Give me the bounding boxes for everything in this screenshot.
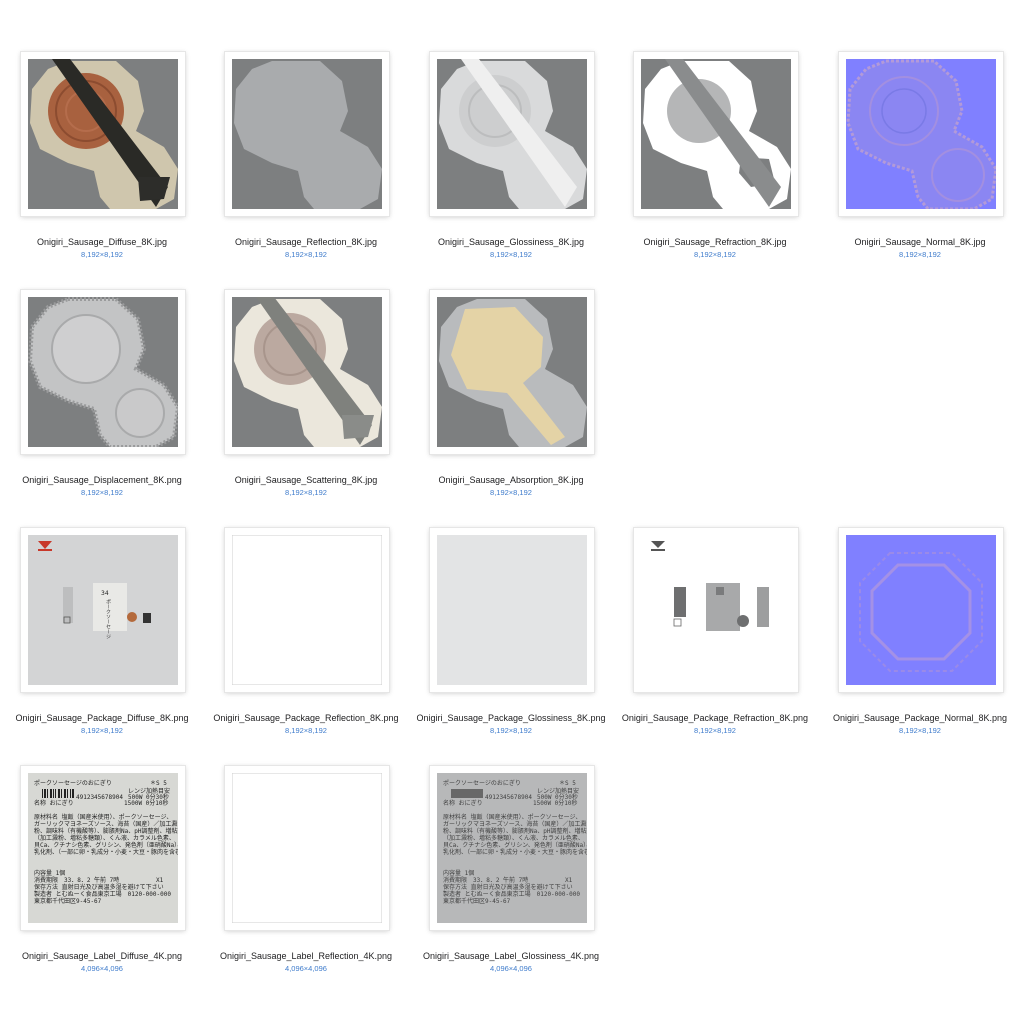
file-dimensions: 8,192×8,192 — [694, 726, 736, 735]
thumbnail[interactable] — [634, 528, 798, 692]
file-name: Onigiri_Sausage_Package_Normal_8K.png — [832, 713, 1008, 723]
file-name: Onigiri_Sausage_Label_Reflection_4K.png — [219, 951, 393, 961]
package-diffuse-texture-preview: 34 ポークソーセージ — [28, 535, 178, 685]
thumbnail[interactable] — [430, 528, 594, 692]
reflection-texture-preview — [232, 59, 382, 209]
maker-info: 製造者 とむぬーく食品東京工場 0120-000-000 — [443, 890, 580, 898]
label-code: ＊S 5 — [150, 780, 167, 787]
thumbnail[interactable] — [225, 290, 389, 454]
thumbnail[interactable] — [225, 528, 389, 692]
thumbnail[interactable]: ポークソーセージのおにぎり ＊S 5 4912345678904 レンジ加熱目安… — [430, 766, 594, 930]
address: 東京都千代田区9-45-67 — [34, 897, 102, 905]
file-item[interactable]: ポークソーセージのおにぎり ＊S 5 4912345678904 レンジ加熱目安… — [409, 714, 613, 973]
normal-texture-preview — [846, 59, 996, 209]
file-dimensions: 4,096×4,096 — [490, 964, 532, 973]
barcode-number: 4912345678904 — [76, 794, 123, 801]
file-item[interactable]: Onigiri_Sausage_Normal_8K.jpg 8,192×8,19… — [818, 0, 1022, 259]
file-item[interactable]: Onigiri_Sausage_Refraction_8K.jpg 8,192×… — [613, 0, 817, 259]
ingredient-line: 粉、調味料（有機酸等）、膨脹剤Na、pH調整剤、増粘剤 — [443, 827, 587, 835]
file-dimensions: 8,192×8,192 — [899, 726, 941, 735]
file-name: Onigiri_Sausage_Refraction_8K.jpg — [643, 237, 787, 247]
file-dimensions: 8,192×8,192 — [899, 250, 941, 259]
range-1500: 1500W 0分10秒 — [533, 799, 578, 807]
thumbnail[interactable] — [21, 290, 185, 454]
barcode-number: 4912345678904 — [485, 794, 532, 801]
ingredient-line: 乳化剤、（一部に卵・乳成分・小麦・大豆・豚肉を含む） — [34, 848, 178, 856]
file-name: Onigiri_Sausage_Label_Glossiness_4K.png — [422, 951, 600, 961]
file-dimensions: 4,096×4,096 — [81, 964, 123, 973]
thumbnail[interactable] — [21, 52, 185, 216]
thumbnail[interactable] — [839, 52, 1003, 216]
label-reflection-texture-preview — [232, 773, 382, 923]
expiry-mark: X1 — [156, 877, 164, 884]
thumbnail[interactable]: ポークソーセージのおにぎり ＊S 5 4912345678904 レンジ加熱目安… — [21, 766, 185, 930]
file-item[interactable]: Onigiri_Sausage_Package_Normal_8K.png 8,… — [818, 476, 1022, 735]
expiry-date: 消費期限 33．8．2 午前 7時 — [443, 876, 528, 884]
ingredient-line: 原材料名 塩飯（国産米使用）、ポークソーセージ、 — [34, 813, 172, 821]
file-dimensions: 8,192×8,192 — [694, 250, 736, 259]
package-normal-texture-preview — [846, 535, 996, 685]
thumbnail[interactable] — [430, 290, 594, 454]
thumbnail[interactable] — [634, 52, 798, 216]
thumbnail[interactable] — [225, 766, 389, 930]
content-amount: 内容量 1個 — [443, 869, 474, 877]
package-product-name: ポークソーセージ — [105, 599, 111, 639]
ingredient-line: （加工澱粉、増粘多糖類）、くん液、カラメル色素、 — [34, 834, 175, 842]
thumbnail[interactable] — [839, 528, 1003, 692]
file-name: Onigiri_Sausage_Package_Refraction_8K.pn… — [621, 713, 809, 723]
thumbnail[interactable]: 34 ポークソーセージ — [21, 528, 185, 692]
ingredient-line: ガーリックマヨネーズソース、海苔（国産）／加工澱 — [34, 820, 177, 828]
glossiness-texture-preview — [437, 59, 587, 209]
file-dimensions: 4,096×4,096 — [285, 964, 327, 973]
scattering-texture-preview — [232, 297, 382, 447]
file-item[interactable]: Onigiri_Sausage_Displacement_8K.png 8,19… — [0, 238, 204, 497]
displacement-texture-preview — [28, 297, 178, 447]
expiry-date: 消費期限 33．8．2 午前 7時 — [34, 876, 119, 884]
file-name: Onigiri_Sausage_Normal_8K.jpg — [854, 237, 986, 247]
file-item[interactable]: Onigiri_Sausage_Absorption_8K.jpg 8,192×… — [409, 238, 613, 497]
label-name-line: 名称 おにぎり — [34, 799, 74, 807]
expiry-mark: X1 — [565, 877, 573, 884]
package-number: 34 — [101, 590, 109, 597]
content-amount: 内容量 1個 — [34, 869, 65, 877]
file-item[interactable]: Onigiri_Sausage_Diffuse_8K.jpg 8,192×8,1… — [0, 0, 204, 259]
maker-info: 製造者 とむぬーく食品東京工場 0120-000-000 — [34, 890, 171, 898]
label-glossiness-texture-preview: ポークソーセージのおにぎり ＊S 5 4912345678904 レンジ加熱目安… — [437, 773, 587, 923]
ingredient-line: 貝Ca、クチナシ色素、グリシン、発色剤（亜硝酸Na）、 — [443, 841, 587, 849]
thumbnail[interactable] — [225, 52, 389, 216]
storage-info: 保存方法 直射日光及び高温多湿を避けて下さい — [34, 883, 164, 891]
file-item[interactable]: Onigiri_Sausage_Label_Reflection_4K.png … — [204, 714, 408, 973]
label-title: ポークソーセージのおにぎり — [34, 779, 112, 787]
file-name: Onigiri_Sausage_Label_Diffuse_4K.png — [22, 951, 182, 961]
file-item[interactable]: Onigiri_Sausage_Glossiness_8K.jpg 8,192×… — [409, 0, 613, 259]
label-title: ポークソーセージのおにぎり — [443, 779, 521, 787]
file-item[interactable]: Onigiri_Sausage_Reflection_8K.jpg 8,192×… — [204, 0, 408, 259]
ingredient-line: 貝Ca、クチナシ色素、グリシン、発色剤（亜硝酸Na）、 — [34, 841, 178, 849]
ingredient-line: 粉、調味料（有機酸等）、膨脹剤Na、pH調整剤、増粘剤 — [34, 827, 178, 835]
range-1500: 1500W 0分10秒 — [124, 799, 169, 807]
package-glossiness-texture-preview — [437, 535, 587, 685]
ingredient-line: 原材料名 塩飯（国産米使用）、ポークソーセージ、 — [443, 813, 581, 821]
file-item[interactable]: Onigiri_Sausage_Scattering_8K.jpg 8,192×… — [204, 238, 408, 497]
package-reflection-texture-preview — [232, 535, 382, 685]
refraction-texture-preview — [641, 59, 791, 209]
thumbnail[interactable] — [430, 52, 594, 216]
file-item[interactable]: Onigiri_Sausage_Package_Glossiness_8K.pn… — [409, 476, 613, 735]
file-grid: Onigiri_Sausage_Diffuse_8K.jpg 8,192×8,1… — [0, 0, 1024, 1024]
storage-info: 保存方法 直射日光及び高温多湿を避けて下さい — [443, 883, 573, 891]
diffuse-texture-preview — [28, 59, 178, 209]
file-item[interactable]: 34 ポークソーセージ Onigiri_Sausage_Package_Diff… — [0, 476, 204, 735]
ingredient-line: 乳化剤、（一部に卵・乳成分・小麦・大豆・豚肉を含む） — [443, 848, 587, 856]
label-name-line: 名称 おにぎり — [443, 799, 483, 807]
file-item[interactable]: ポークソーセージのおにぎり ＊S 5 4912345678904 レンジ加熱目安… — [0, 714, 204, 973]
label-code: ＊S 5 — [559, 780, 576, 787]
package-refraction-texture-preview — [641, 535, 791, 685]
label-diffuse-texture-preview: ポークソーセージのおにぎり ＊S 5 4912345678904 レンジ加熱目安… — [28, 773, 178, 923]
file-item[interactable]: Onigiri_Sausage_Package_Refraction_8K.pn… — [613, 476, 817, 735]
ingredient-line: ガーリックマヨネーズソース、海苔（国産）／加工澱 — [443, 820, 586, 828]
address: 東京都千代田区9-45-67 — [443, 897, 511, 905]
file-item[interactable]: Onigiri_Sausage_Package_Reflection_8K.pn… — [204, 476, 408, 735]
ingredient-line: （加工澱粉、増粘多糖類）、くん液、カラメル色素、 — [443, 834, 584, 842]
absorption-texture-preview — [437, 297, 587, 447]
